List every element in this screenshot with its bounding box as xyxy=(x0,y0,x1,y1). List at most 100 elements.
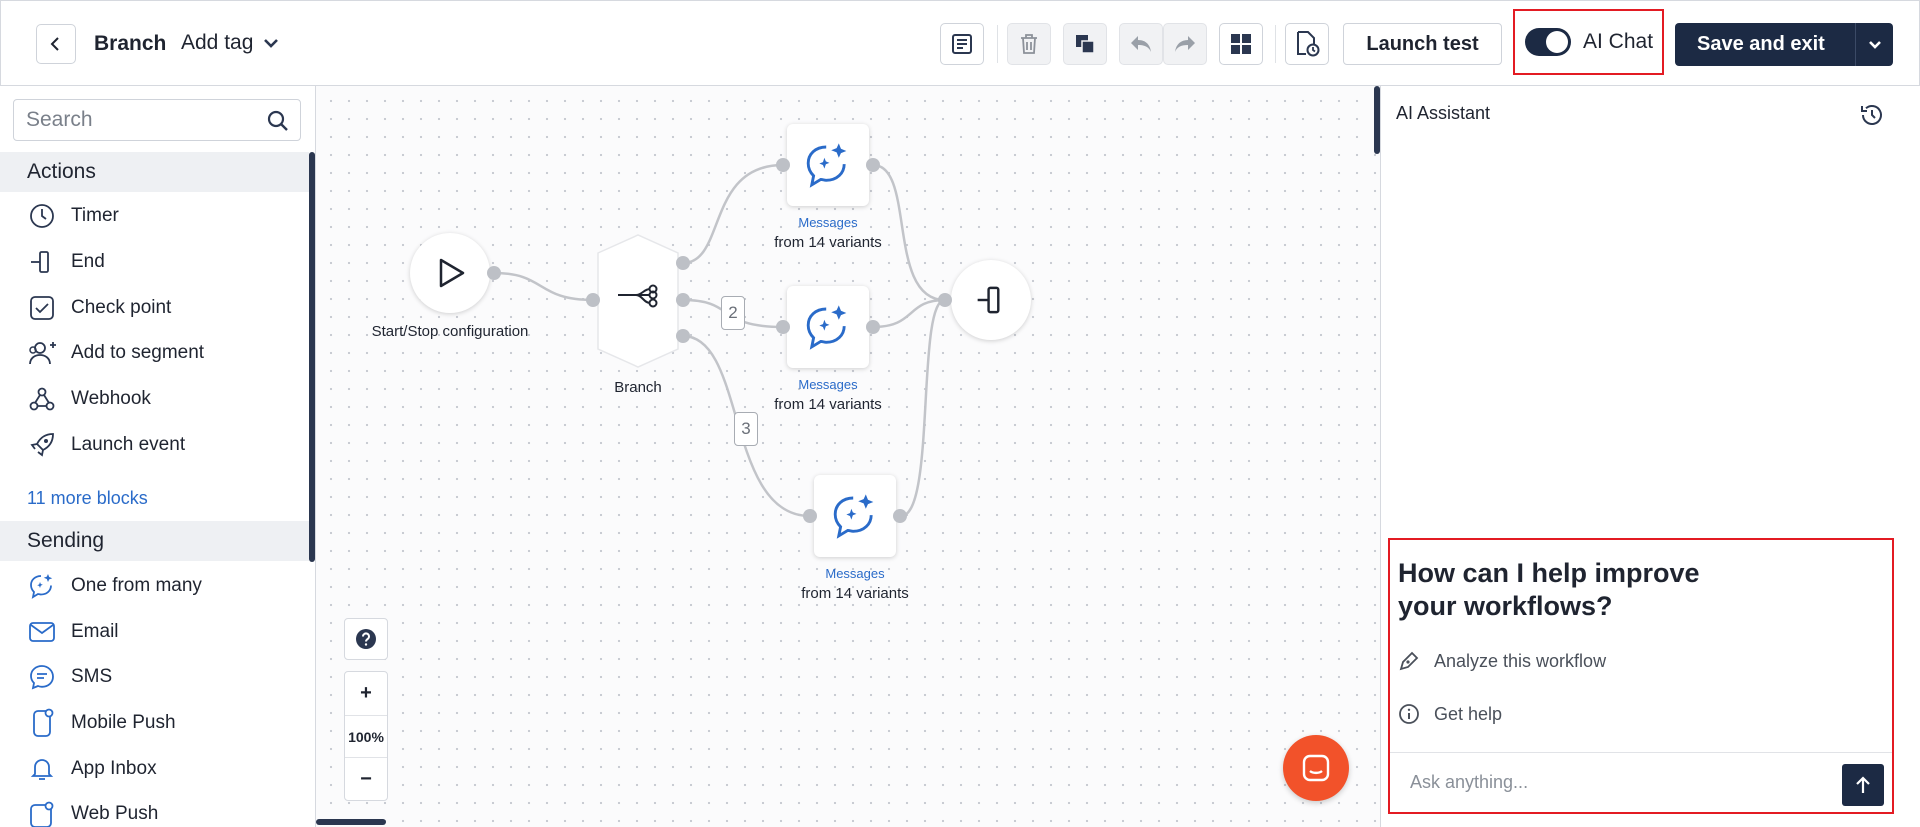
support-chat-button[interactable] xyxy=(1283,735,1349,801)
branch-node[interactable] xyxy=(596,233,680,369)
sparkle-chat-icon xyxy=(27,571,57,601)
chevron-down-icon xyxy=(1868,40,1881,49)
block-check-point[interactable]: Check point xyxy=(0,286,309,330)
message-node-label: from 14 variants xyxy=(801,585,909,602)
play-icon xyxy=(439,258,465,288)
input-port[interactable] xyxy=(938,293,952,307)
block-timer[interactable]: Timer xyxy=(0,194,309,238)
block-mobile-push[interactable]: Mobile Push xyxy=(0,701,309,745)
block-webhook[interactable]: Webhook xyxy=(0,377,309,421)
branch-output-port-1[interactable] xyxy=(676,256,690,270)
zoom-out-button[interactable]: − xyxy=(345,758,387,801)
undo-icon xyxy=(1131,36,1151,52)
back-button[interactable] xyxy=(36,24,76,64)
block-label: Email xyxy=(71,621,119,642)
block-label: App Inbox xyxy=(71,758,157,779)
branch-output-port-3[interactable] xyxy=(676,329,690,343)
block-sms[interactable]: SMS xyxy=(0,655,309,699)
branch-output-port-2[interactable] xyxy=(676,293,690,307)
more-blocks-link[interactable]: 11 more blocks xyxy=(27,488,148,509)
branch-path-badge[interactable]: 2 xyxy=(721,296,745,330)
input-port[interactable] xyxy=(803,509,817,523)
blocks-panel: Actions Timer End Check point Add to seg… xyxy=(0,86,316,827)
ai-chat-toggle[interactable]: AI Chat xyxy=(1513,9,1664,75)
search-input[interactable] xyxy=(26,108,256,132)
block-app-inbox[interactable]: App Inbox xyxy=(0,747,309,791)
save-and-exit-label: Save and exit xyxy=(1697,33,1825,55)
message-node-2[interactable] xyxy=(787,286,869,368)
save-options-dropdown[interactable] xyxy=(1856,40,1893,50)
branch-path-badge[interactable]: 3 xyxy=(734,412,758,446)
block-one-from-many[interactable]: One from many xyxy=(0,564,309,608)
sparkle-chat-icon xyxy=(833,494,874,539)
zoom-controls: + 100% − xyxy=(344,671,388,801)
message-node-1[interactable] xyxy=(787,124,869,206)
block-web-push[interactable]: Web Push xyxy=(0,792,309,827)
search-icon[interactable] xyxy=(266,109,290,133)
end-icon xyxy=(977,286,1000,314)
block-add-to-segment[interactable]: Add to segment xyxy=(0,331,309,375)
block-email[interactable]: Email xyxy=(0,610,309,654)
add-tag-label: Add tag xyxy=(181,31,254,54)
get-help-option[interactable]: Get help xyxy=(1398,703,1502,725)
message-node-label: from 14 variants xyxy=(774,234,882,251)
block-label: End xyxy=(71,251,105,272)
auto-layout-button[interactable] xyxy=(1219,23,1263,65)
ask-input[interactable] xyxy=(1410,772,1810,793)
email-icon xyxy=(27,617,57,647)
start-stop-node[interactable] xyxy=(410,233,490,313)
zoom-in-button[interactable]: + xyxy=(345,672,387,715)
sparkle-chat-icon xyxy=(806,305,847,350)
input-port[interactable] xyxy=(776,158,790,172)
toggle-switch[interactable] xyxy=(1525,28,1571,56)
version-history-button[interactable] xyxy=(1285,23,1329,65)
redo-button[interactable] xyxy=(1163,23,1207,65)
send-button[interactable] xyxy=(1842,764,1884,806)
message-node-3[interactable] xyxy=(814,475,896,557)
ai-chat-box: How can I help improve your workflows? A… xyxy=(1388,538,1894,814)
output-port[interactable] xyxy=(487,266,501,280)
bell-icon xyxy=(27,754,57,784)
add-segment-icon xyxy=(27,338,57,368)
workflow-name[interactable]: Branch xyxy=(94,32,166,56)
end-node[interactable] xyxy=(951,260,1031,340)
output-port[interactable] xyxy=(866,320,880,334)
sidebar-scrollbar[interactable] xyxy=(309,152,315,562)
block-label: Timer xyxy=(71,205,119,226)
notes-icon xyxy=(952,34,972,54)
chat-icon xyxy=(1302,754,1330,782)
analyze-workflow-option[interactable]: Analyze this workflow xyxy=(1398,650,1606,672)
duplicate-button[interactable] xyxy=(1063,23,1107,65)
workflow-canvas[interactable]: Start/Stop configuration Branch 2 3 Mess… xyxy=(316,86,1380,827)
launch-test-button[interactable]: Launch test xyxy=(1343,23,1502,65)
output-port[interactable] xyxy=(866,158,880,172)
block-label: Mobile Push xyxy=(71,712,176,733)
block-end[interactable]: End xyxy=(0,240,309,284)
ai-chat-label: AI Chat xyxy=(1583,30,1654,53)
search-box[interactable] xyxy=(13,99,301,141)
chevron-down-icon xyxy=(264,39,279,48)
option-label: Get help xyxy=(1434,703,1503,724)
block-label: Web Push xyxy=(71,803,159,824)
notes-button[interactable] xyxy=(940,23,984,65)
start-node-label: Start/Stop configuration xyxy=(371,323,529,340)
info-icon xyxy=(1399,704,1419,724)
block-launch-event[interactable]: Launch event xyxy=(0,423,309,467)
launch-event-icon xyxy=(27,430,57,460)
input-port[interactable] xyxy=(586,293,600,307)
message-node-type: Messages xyxy=(798,377,858,392)
add-tag-dropdown[interactable]: Add tag xyxy=(181,31,279,55)
input-port[interactable] xyxy=(776,320,790,334)
undo-button[interactable] xyxy=(1119,23,1163,65)
help-button[interactable] xyxy=(344,618,388,660)
delete-button[interactable] xyxy=(1007,23,1051,65)
canvas-horizontal-scrollbar[interactable] xyxy=(316,819,386,825)
ai-assistant-panel: AI Assistant How can I help improve your… xyxy=(1380,86,1920,827)
block-label: Webhook xyxy=(71,388,151,409)
history-icon[interactable] xyxy=(1859,102,1885,128)
pen-icon xyxy=(1399,651,1419,671)
output-port[interactable] xyxy=(893,509,907,523)
message-node-type: Messages xyxy=(798,215,858,230)
timer-icon xyxy=(27,201,57,231)
save-and-exit-button[interactable]: Save and exit xyxy=(1675,23,1893,66)
